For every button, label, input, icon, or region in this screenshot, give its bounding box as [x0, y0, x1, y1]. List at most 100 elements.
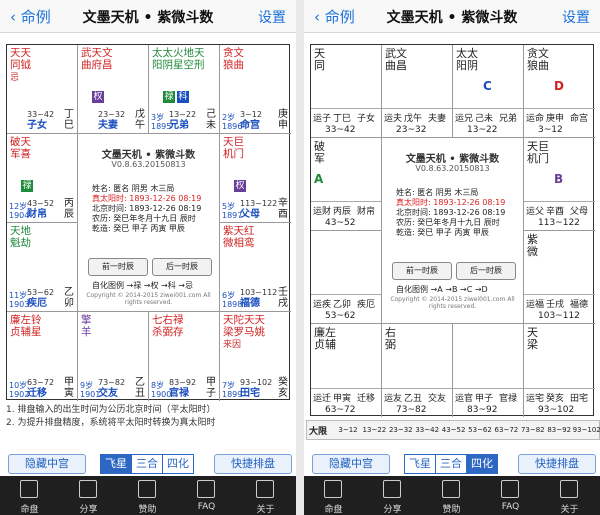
sihua-tab[interactable]: 四化 — [466, 454, 498, 474]
palace-cell[interactable]: 七右禄 杀弼存 8岁 1900 83~92 官禄甲 子 — [149, 312, 220, 401]
next-hour-button[interactable]: 后一时辰 — [152, 258, 212, 276]
decade-item[interactable]: 23~32 — [388, 426, 414, 434]
palace-cell[interactable]: 天巨 机门 B 运父 辛酉 父母 113~122 — [524, 138, 595, 231]
palace-sub-1: 甲寅 — [333, 394, 352, 404]
palace-cell[interactable]: 天地 魁劫 11岁 1903 53~62 疾厄乙 卯 — [7, 223, 78, 312]
palace-stars: 太太 阳阴 — [456, 47, 478, 72]
donate-icon — [138, 480, 156, 498]
tab-4[interactable]: 关于 — [540, 476, 599, 515]
decade-item[interactable]: 53~62 — [467, 426, 493, 434]
quick-chart-button[interactable]: 快捷排盘 — [214, 454, 292, 474]
ganzhi: 丙 辰 — [64, 198, 74, 220]
palace-sub-2: 田宅 — [570, 394, 589, 404]
palace-cell[interactable]: 紫 微运福 壬戌 福德 103~112 — [524, 231, 595, 324]
palace-cell[interactable]: 擎 羊 9岁 1901 73~82 交友乙 丑 — [78, 312, 149, 401]
prev-hour-button[interactable]: 前一时辰 — [392, 262, 452, 280]
ganzhi: 壬 戌 — [278, 287, 288, 309]
palace-name: 迁移 — [27, 388, 47, 399]
decade-item[interactable]: 73~82 — [520, 426, 546, 434]
palace-cell[interactable]: 贪文 狼曲 D 运命 庚申 命宫 3~12 — [524, 45, 595, 138]
palace-stars: 紫天红 微相鸾 — [223, 225, 255, 249]
tab-bar: 命盘 分享 赞助 FAQ 关于 — [0, 476, 296, 515]
palace-sub-3: 33~42 — [325, 125, 356, 135]
palace-cell[interactable]: 太太火地天 阳阴星空刑禄科 3岁 1895 13~22 兄弟己 未 — [149, 45, 220, 134]
palace-stars: 擎 羊 — [81, 314, 92, 338]
palace-cell[interactable]: 武天文 曲府昌权 23~32 夫妻戊 午 — [78, 45, 149, 134]
palace-subrow: 运官 甲子 官禄 83~92 — [453, 388, 523, 417]
palace-sub-0: 运夫 — [384, 114, 403, 124]
decade-item[interactable]: 13~22 — [361, 426, 387, 434]
palace-cell[interactable]: 廉左 贞辅 运迁 甲寅 迁移 63~72 — [311, 324, 382, 417]
tab-1[interactable]: 分享 — [59, 476, 118, 515]
settings-button[interactable]: 设置 — [562, 7, 590, 27]
hide-center-button[interactable]: 隐藏中宫 — [312, 454, 390, 474]
sihua-letter: A — [314, 172, 324, 186]
sanhe-tab[interactable]: 三合 — [435, 454, 467, 474]
decade-item[interactable]: 33~42 — [414, 426, 440, 434]
decade-item[interactable]: 93~102 — [573, 426, 600, 434]
settings-button[interactable]: 设置 — [258, 7, 286, 27]
palace-cell[interactable]: 贪文 狼曲 2岁 1896 3~12 命宫庚 申 — [220, 45, 291, 134]
self-hua-legend: 自化图例 →A →B →C →D — [396, 285, 488, 294]
palace-subrow: 运迁 甲寅 迁移 63~72 — [311, 388, 381, 417]
tab-2[interactable]: 赞助 — [422, 476, 481, 515]
tab-4[interactable]: 关于 — [236, 476, 295, 515]
palace-cell[interactable]: 武文 曲昌 运夫 戊午 夫妻 23~32 — [382, 45, 453, 138]
panel-divider — [296, 0, 304, 515]
sanhe-tab[interactable]: 三合 — [131, 454, 163, 474]
palace-name: 疾厄 — [27, 298, 47, 309]
about-icon — [256, 480, 274, 498]
palace-cell[interactable]: 天陀天天 梁罗马姚 来因 7岁 1899 93~102 田宅癸 亥 — [220, 312, 291, 401]
palace-cell[interactable]: 天 同运子 丁巳 子女 33~42 — [311, 45, 382, 138]
tab-0[interactable]: 命盘 — [304, 476, 363, 515]
center-title: 文墨天机 • 紫微斗数 — [405, 154, 500, 165]
fly-star-tab[interactable]: 飞星 — [404, 454, 436, 474]
palace-sub-3: 43~52 — [325, 218, 356, 228]
tab-3[interactable]: FAQ — [481, 476, 540, 515]
decade-item[interactable]: 3~12 — [335, 426, 361, 434]
tab-1[interactable]: 分享 — [363, 476, 422, 515]
prev-hour-button[interactable]: 前一时辰 — [88, 258, 148, 276]
palace-sub-0: 运财 — [313, 207, 332, 217]
quick-chart-button[interactable]: 快捷排盘 — [518, 454, 596, 474]
center-version: V0.8.63.20150813 — [415, 164, 490, 173]
ganzhi: 辛 酉 — [278, 198, 288, 220]
palace-cell[interactable]: 运官 甲子 官禄 83~92 — [453, 324, 524, 417]
info-line: 乾造: 癸巳 甲子 丙寅 甲辰 — [396, 228, 489, 237]
next-hour-button[interactable]: 后一时辰 — [456, 262, 516, 280]
copyright: Copyright © 2014-2015 ziwei001.com All r… — [86, 292, 211, 306]
palace-subrow: 运友 乙丑 交友 73~82 — [382, 388, 452, 417]
tab-0[interactable]: 命盘 — [0, 476, 59, 515]
hide-center-button[interactable]: 隐藏中宫 — [8, 454, 86, 474]
palace-cell[interactable]: 破天 军喜禄 12岁 1904 43~52 财帛丙 辰 — [7, 134, 78, 223]
decade-item[interactable]: 83~92 — [546, 426, 572, 434]
palace-cell[interactable]: 天 梁运宅 癸亥 田宅 93~102 — [524, 324, 595, 417]
palace-cell[interactable]: 天天 同钺忌 33~42 子女丁 巳 — [7, 45, 78, 134]
palace-cell[interactable]: 右 弼运友 乙丑 交友 73~82 — [382, 324, 453, 417]
center-version: V0.8.63.20150813 — [111, 160, 186, 169]
palace-cell[interactable]: 紫天红 微相鸾 6岁 1898 103~112 福德壬 戌 — [220, 223, 291, 312]
palace-name: 兄弟 — [169, 120, 189, 131]
info-line: 农历: 癸巳年冬月十九日 辰时 — [92, 214, 196, 223]
tab-3[interactable]: FAQ — [177, 476, 236, 515]
palace-name: 田宅 — [240, 388, 260, 399]
palace-stars: 破天 军喜 — [10, 136, 31, 160]
palace-cell[interactable]: 廉左铃 贞辅星 10岁 1902 63~72 迁移甲 寅 — [7, 312, 78, 401]
decade-bar: 大限 3~12 13~22 23~32 33~42 43~52 53~62 63~72 73~… — [306, 420, 600, 440]
palace-name: 夫妻 — [98, 120, 118, 131]
palace-sub-1: 己未 — [475, 114, 494, 124]
fly-star-tab[interactable]: 飞星 — [100, 454, 132, 474]
ganzhi: 乙 丑 — [135, 377, 145, 399]
decade-item[interactable]: 43~52 — [441, 426, 467, 434]
palace-cell[interactable]: 破 军 A 运财 丙辰 财帛 43~52 — [311, 138, 382, 231]
palace-sub-1: 辛酉 — [546, 207, 565, 217]
decade-item[interactable]: 63~72 — [493, 426, 519, 434]
sihua-tab[interactable]: 四化 — [162, 454, 194, 474]
palace-cell[interactable]: 运疾 乙卯 疾厄 53~62 — [311, 231, 382, 324]
tab-label: 关于 — [560, 505, 579, 515]
tab-2[interactable]: 赞助 — [118, 476, 177, 515]
palace-cell[interactable]: 天巨 机门权 5岁 1897 113~122 父母辛 酉 — [220, 134, 291, 223]
info-line: 真太阳时: 1893-12-26 08:19 — [92, 194, 202, 203]
palace-sub-2: 疾厄 — [357, 300, 376, 310]
palace-cell[interactable]: 太太 阳阴 C 运兄 己未 兄弟 13~22 — [453, 45, 524, 138]
